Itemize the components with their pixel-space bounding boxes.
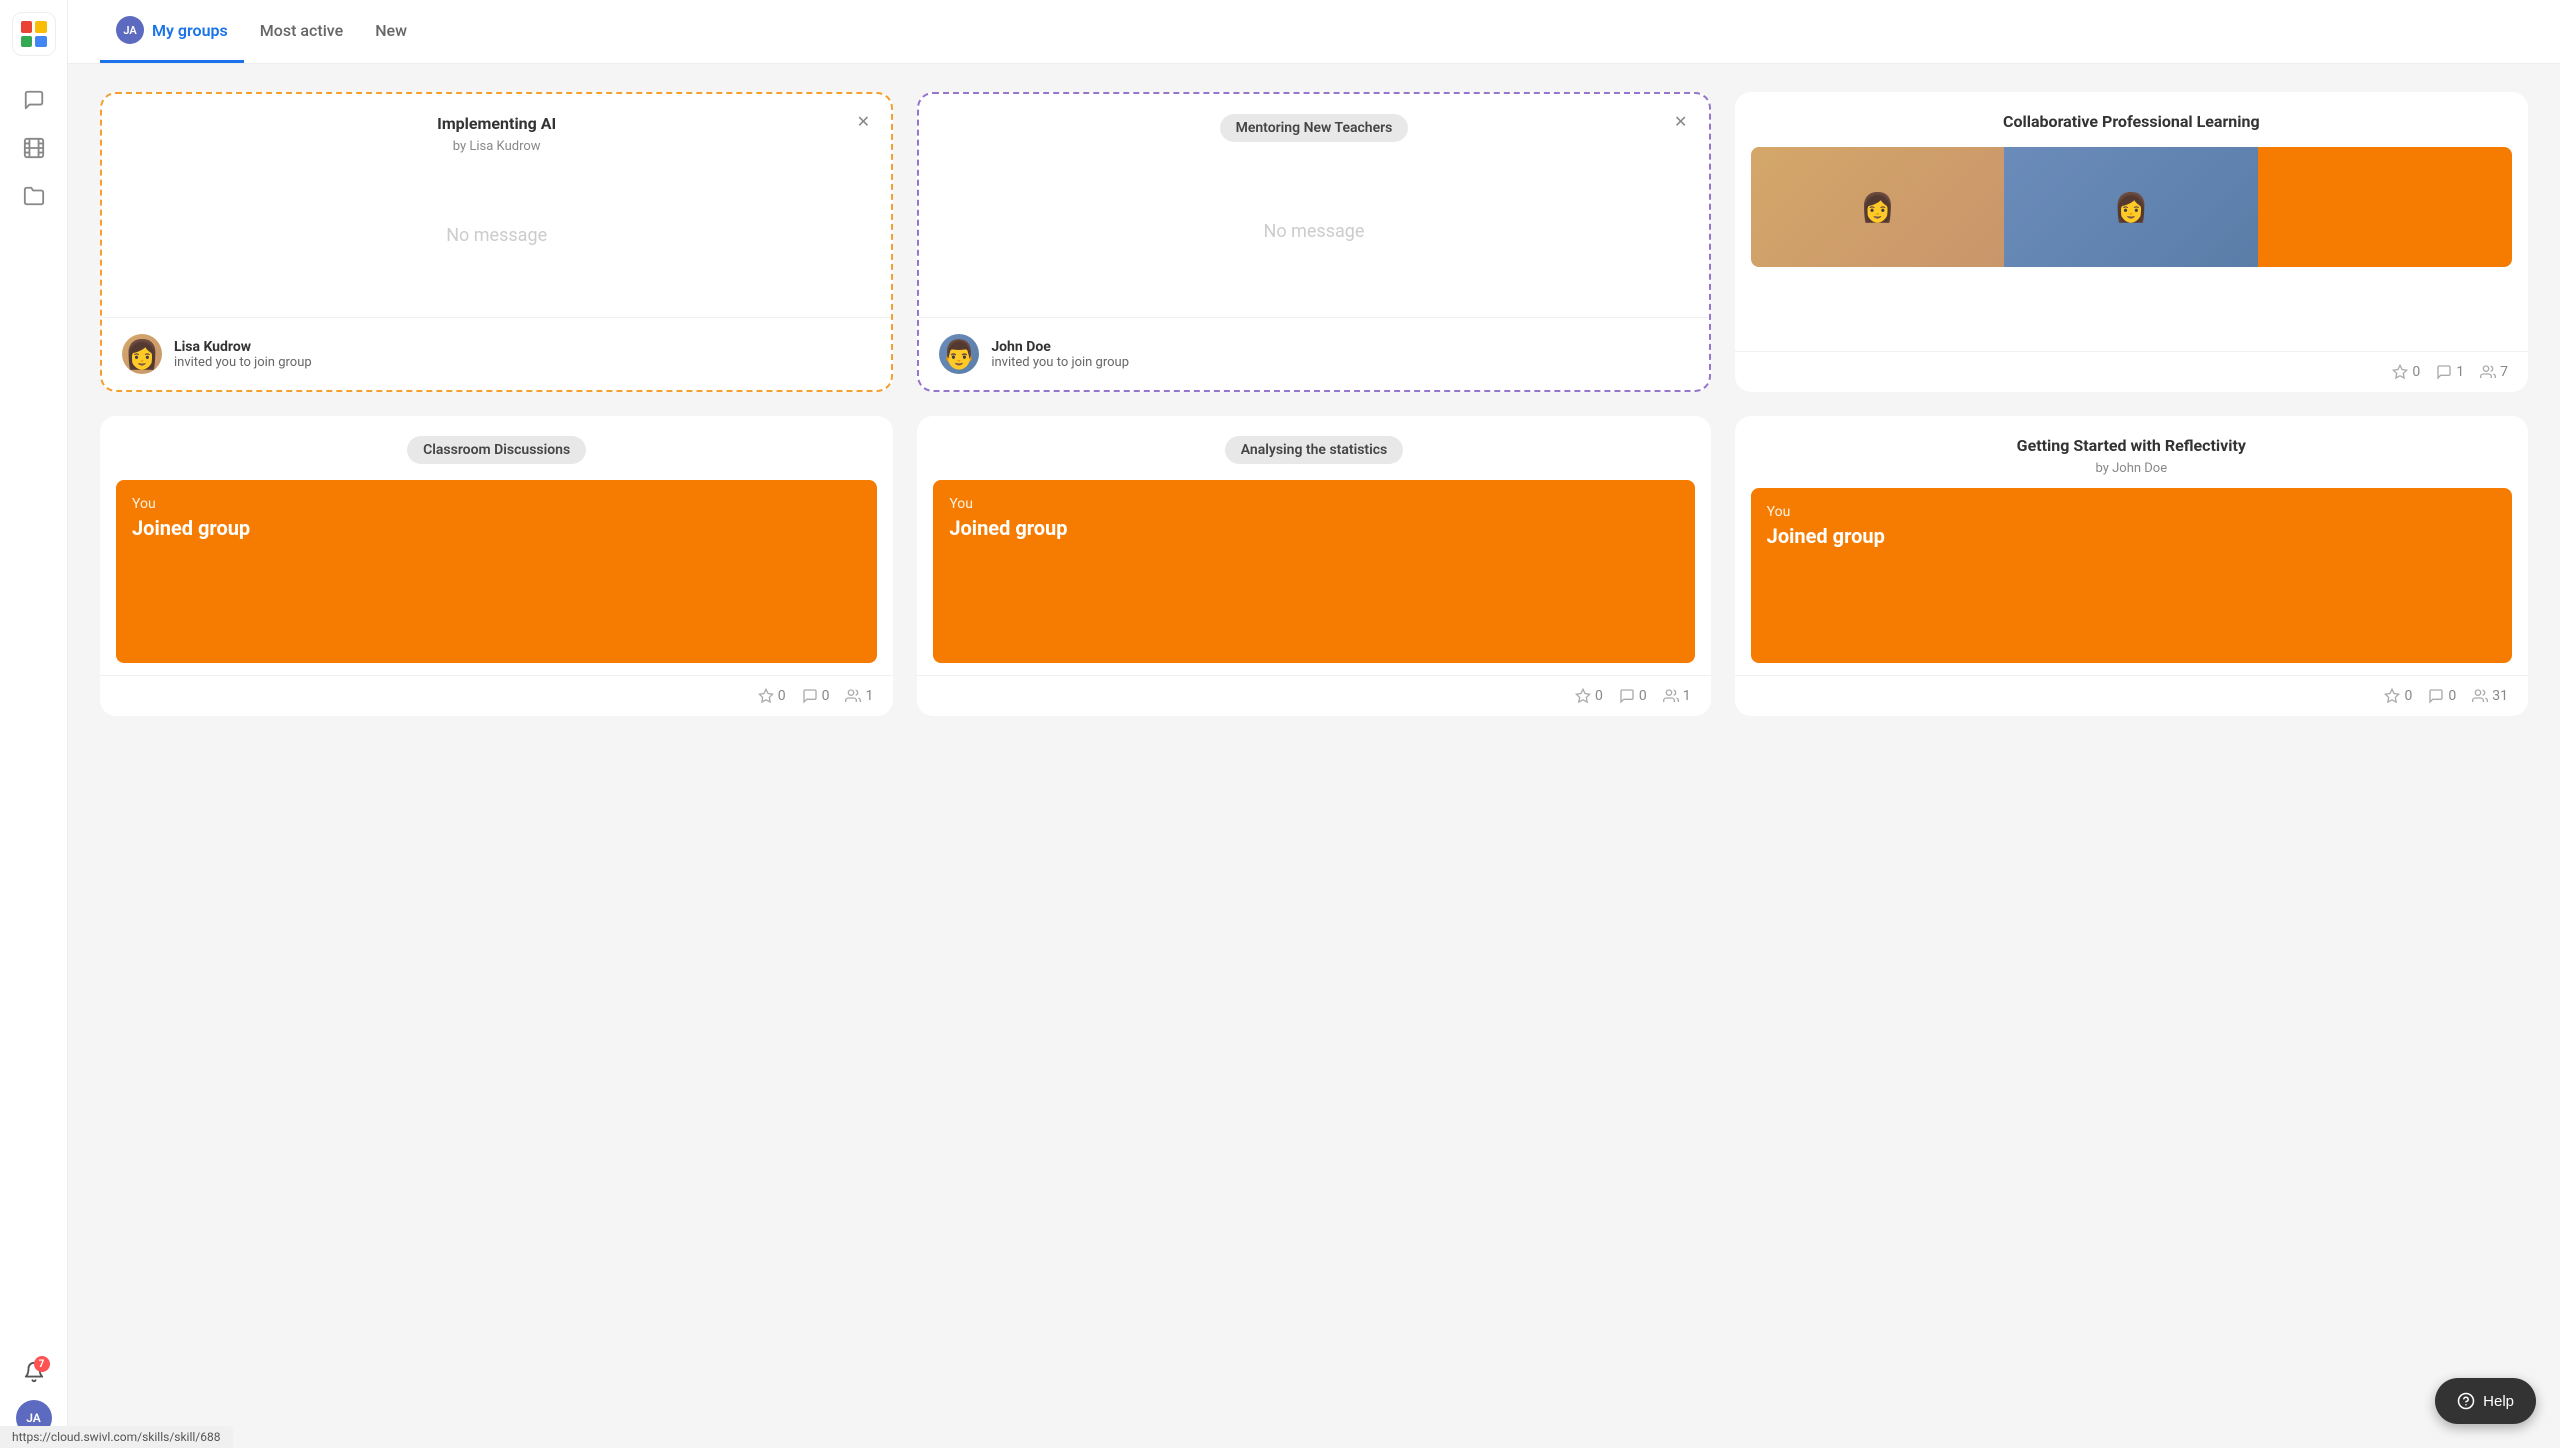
my-groups-label: My groups <box>152 21 228 40</box>
analysing-comments-stat: 0 <box>1619 688 1647 704</box>
reflectivity-members-stat: 31 <box>2472 688 2508 704</box>
tab-most-active[interactable]: Most active <box>244 0 359 63</box>
analysing-you-label: You <box>949 496 1678 512</box>
collaborative-orange-block <box>2258 147 2512 267</box>
mentoring-no-message: No message <box>919 146 1708 317</box>
reflectivity-footer: 0 0 31 <box>1735 675 2528 716</box>
mentoring-invite-desc: invited you to join group <box>991 355 1129 370</box>
classroom-you-label: You <box>132 496 861 512</box>
analysing-joined-label: Joined group <box>949 516 1678 540</box>
collaborative-media: 👩 👩 <box>1751 147 2512 267</box>
card-implementing-ai-title: Implementing AI <box>437 114 556 133</box>
lisa-kudrow-avatar: 👩 <box>122 334 162 374</box>
content-area: Implementing AI by Lisa Kudrow ✕ No mess… <box>68 64 2560 1448</box>
implementing-ai-invite-desc: invited you to join group <box>174 355 312 370</box>
notification-badge: 7 <box>34 1356 50 1372</box>
john-doe-avatar: 👨 <box>939 334 979 374</box>
implementing-ai-no-message: No message <box>102 154 891 317</box>
reflectivity-members-count: 31 <box>2492 688 2508 704</box>
reflectivity-comments-stat: 0 <box>2428 688 2456 704</box>
analysing-members-stat: 1 <box>1663 688 1691 704</box>
reflectivity-you-label: You <box>1767 504 2496 520</box>
classroom-members-count: 1 <box>865 688 873 704</box>
reflectivity-joined-label: Joined group <box>1767 524 2496 548</box>
implementing-ai-inviter-name: Lisa Kudrow <box>174 339 312 355</box>
classroom-stars-stat: 0 <box>758 688 786 704</box>
url-bar: https://cloud.swivl.com/skills/skill/688 <box>0 1426 233 1448</box>
analysing-stars-stat: 0 <box>1575 688 1603 704</box>
collaborative-members-stat: 7 <box>2480 364 2508 380</box>
sidebar: 7 JA <box>0 0 68 1448</box>
app-logo[interactable] <box>12 12 56 56</box>
reflectivity-subtitle: by John Doe <box>2096 461 2168 476</box>
collaborative-comments-count: 1 <box>2456 364 2464 380</box>
card-collaborative-header: Collaborative Professional Learning <box>1735 92 2528 131</box>
collaborative-comments-stat: 1 <box>2436 364 2464 380</box>
card-getting-started-reflectivity[interactable]: Getting Started with Reflectivity by Joh… <box>1735 416 2528 716</box>
most-active-label: Most active <box>260 21 343 40</box>
reflectivity-stars-stat: 0 <box>2384 688 2412 704</box>
card-analysing-header: Analysing the statistics <box>917 416 1710 468</box>
cards-grid: Implementing AI by Lisa Kudrow ✕ No mess… <box>100 92 2528 716</box>
collaborative-photo-2: 👩 <box>2004 147 2258 267</box>
card-analysing-statistics[interactable]: Analysing the statistics You Joined grou… <box>917 416 1710 716</box>
reflectivity-title: Getting Started with Reflectivity <box>2017 436 2246 455</box>
card-mentoring-header: Mentoring New Teachers <box>919 94 1708 146</box>
card-collaborative[interactable]: Collaborative Professional Learning 👩 👩 … <box>1735 92 2528 392</box>
collaborative-stars-count: 0 <box>2412 364 2420 380</box>
collaborative-footer: 0 1 7 <box>1735 351 2528 392</box>
mentoring-close-button[interactable]: ✕ <box>1667 108 1695 136</box>
help-icon <box>2457 1392 2475 1410</box>
classroom-members-stat: 1 <box>845 688 873 704</box>
tabs-bar: JA My groups Most active New <box>68 0 2560 64</box>
mentoring-inviter-name: John Doe <box>991 339 1129 355</box>
notification-button[interactable]: 7 <box>14 1352 54 1392</box>
chat-nav-icon[interactable] <box>14 80 54 120</box>
mentoring-pill: Mentoring New Teachers <box>1220 114 1409 142</box>
card-mentoring-new-teachers[interactable]: Mentoring New Teachers ✕ No message 👨 Jo… <box>917 92 1710 392</box>
analysing-members-count: 1 <box>1683 688 1691 704</box>
collaborative-stars-stat: 0 <box>2392 364 2420 380</box>
my-groups-avatar: JA <box>116 16 144 44</box>
collaborative-members-count: 7 <box>2500 364 2508 380</box>
tab-new[interactable]: New <box>359 0 423 63</box>
card-implementing-ai-subtitle: by Lisa Kudrow <box>453 139 541 154</box>
implementing-ai-invite-footer: 👩 Lisa Kudrow invited you to join group <box>102 317 891 390</box>
mentoring-invite-footer: 👨 John Doe invited you to join group <box>919 317 1708 390</box>
classroom-pill: Classroom Discussions <box>407 436 586 464</box>
classroom-comments-count: 0 <box>822 688 830 704</box>
analysing-pill: Analysing the statistics <box>1225 436 1404 464</box>
classroom-stars-count: 0 <box>778 688 786 704</box>
help-button-label: Help <box>2483 1393 2514 1410</box>
card-reflectivity-header: Getting Started with Reflectivity by Joh… <box>1735 416 2528 476</box>
classroom-title: Classroom Discussions <box>423 442 570 458</box>
tab-my-groups[interactable]: JA My groups <box>100 0 244 63</box>
classroom-joined-preview: You Joined group <box>116 480 877 663</box>
analysing-title: Analysing the statistics <box>1241 442 1388 458</box>
classroom-comments-stat: 0 <box>802 688 830 704</box>
card-implementing-ai[interactable]: Implementing AI by Lisa Kudrow ✕ No mess… <box>100 92 893 392</box>
card-implementing-ai-header: Implementing AI by Lisa Kudrow <box>102 94 891 154</box>
analysing-joined-preview: You Joined group <box>933 480 1694 663</box>
implementing-ai-invite-text: Lisa Kudrow invited you to join group <box>174 339 312 370</box>
collaborative-title: Collaborative Professional Learning <box>2003 112 2260 131</box>
help-button[interactable]: Help <box>2435 1378 2536 1424</box>
analysing-stars-count: 0 <box>1595 688 1603 704</box>
main-content: JA My groups Most active New Implementin… <box>68 0 2560 1448</box>
analysing-comments-count: 0 <box>1639 688 1647 704</box>
classroom-footer: 0 0 1 <box>100 675 893 716</box>
new-label: New <box>375 21 407 40</box>
collaborative-photo-1: 👩 <box>1751 147 2005 267</box>
mentoring-title: Mentoring New Teachers <box>1236 120 1393 136</box>
card-classroom-header: Classroom Discussions <box>100 416 893 468</box>
reflectivity-stars-count: 0 <box>2404 688 2412 704</box>
mentoring-invite-text: John Doe invited you to join group <box>991 339 1129 370</box>
classroom-joined-label: Joined group <box>132 516 861 540</box>
analysing-footer: 0 0 1 <box>917 675 1710 716</box>
card-classroom-discussions[interactable]: Classroom Discussions You Joined group 0… <box>100 416 893 716</box>
reflectivity-joined-preview: You Joined group <box>1751 488 2512 663</box>
reflectivity-comments-count: 0 <box>2448 688 2456 704</box>
folder-nav-icon[interactable] <box>14 176 54 216</box>
film-nav-icon[interactable] <box>14 128 54 168</box>
